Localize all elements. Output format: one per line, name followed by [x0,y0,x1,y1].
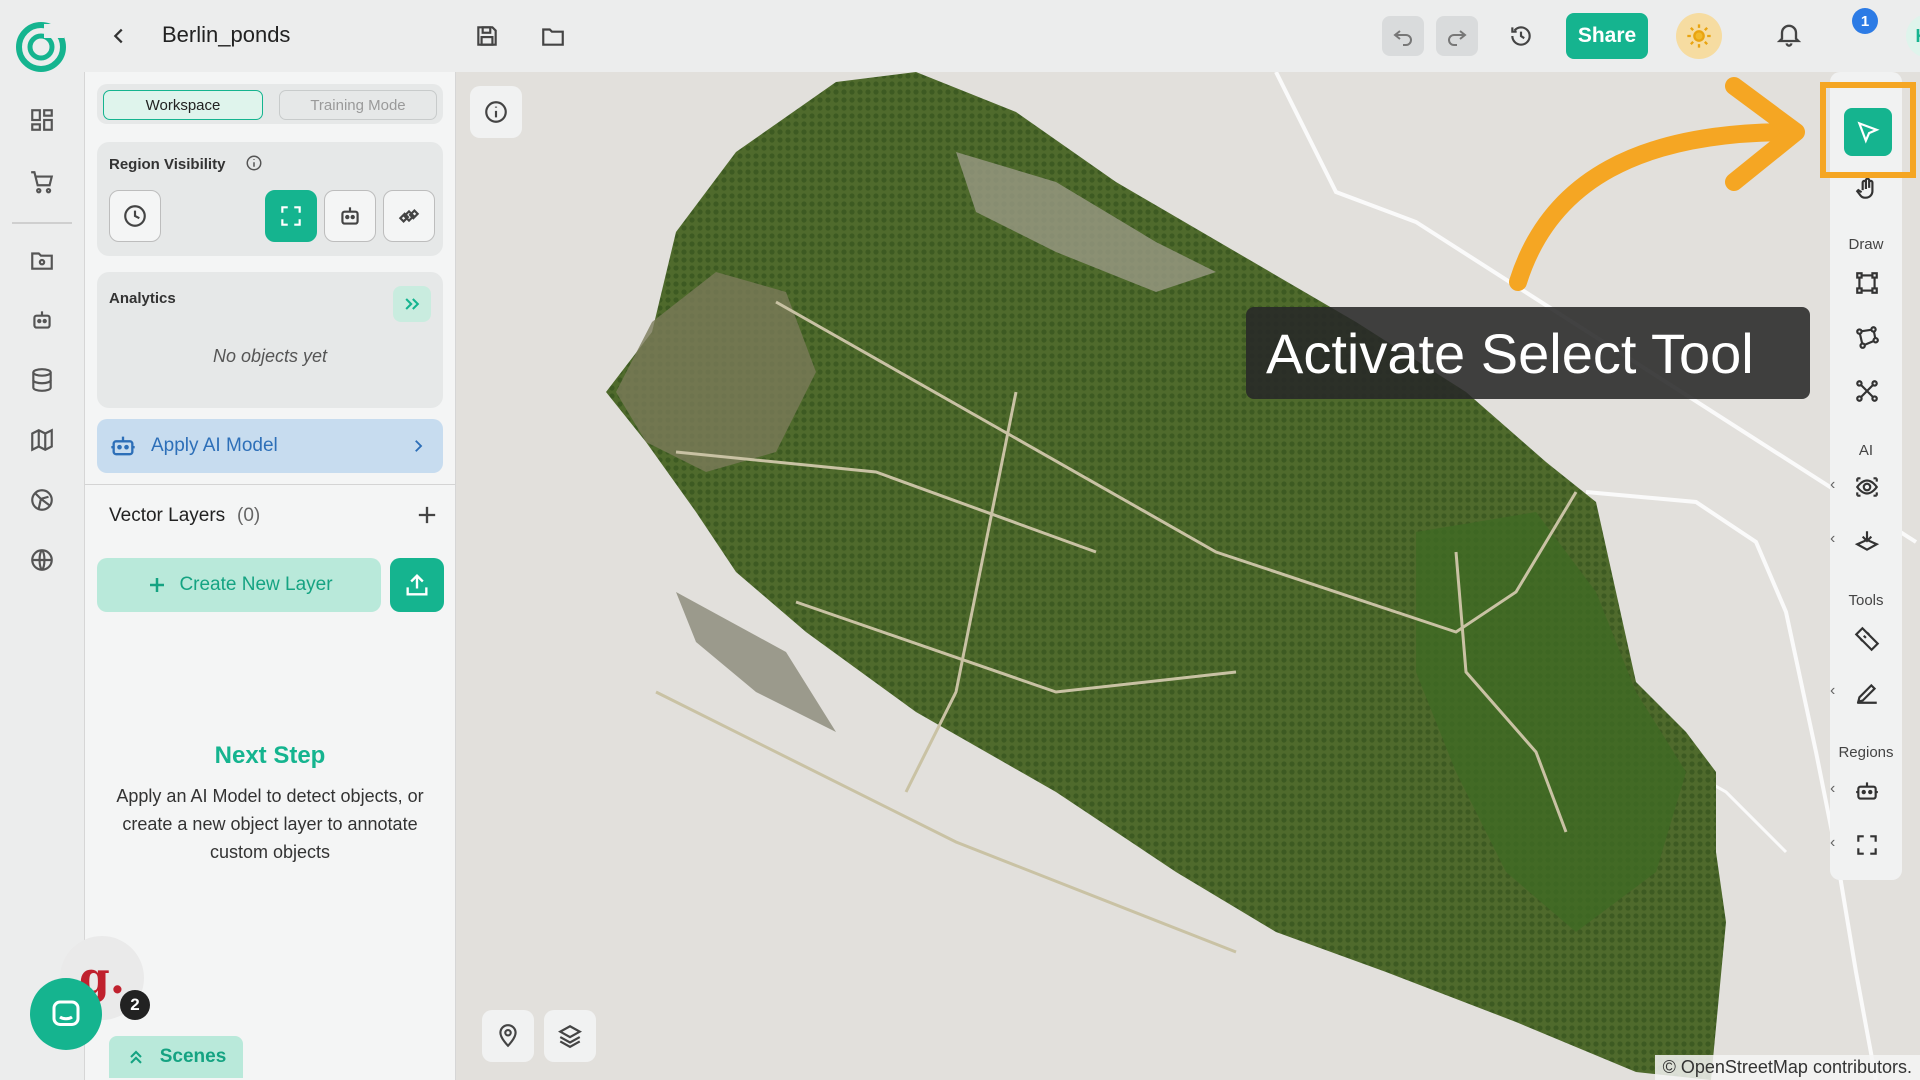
chevron-left-icon[interactable]: ‹ [1830,834,1835,852]
share-button[interactable]: Share [1566,13,1648,59]
robot-icon[interactable] [22,300,62,340]
vector-layers-label: Vector Layers [109,505,226,526]
expand-analytics-icon[interactable] [393,286,431,322]
plus-icon [145,573,169,597]
region-visibility-card: Region Visibility [97,142,443,256]
history-icon[interactable] [1500,16,1542,56]
globe-grid-icon[interactable] [22,480,62,520]
pen-icon[interactable] [1846,672,1888,714]
location-pin-icon[interactable] [482,1010,534,1062]
avatar[interactable]: KG [1906,14,1920,58]
map-icon[interactable] [22,420,62,460]
project-folder-icon[interactable] [22,240,62,280]
vector-layers-count: (0) [237,505,261,526]
ruler-icon[interactable] [1846,618,1888,660]
chat-launcher-button[interactable] [30,978,102,1050]
save-icon[interactable] [466,16,508,56]
draw-polygon-icon[interactable] [1846,316,1888,358]
ai-detect-icon[interactable] [1846,466,1888,508]
map-attribution: © OpenStreetMap contributors. [1654,1055,1920,1080]
redo-icon[interactable] [1436,16,1478,56]
section-tools-label: Tools [1848,592,1884,609]
folder-icon[interactable] [532,16,574,56]
bbox-visibility-button[interactable] [265,190,317,242]
back-chevron-icon[interactable] [98,16,140,56]
theme-sun-icon[interactable] [1676,13,1722,59]
chevron-right-icon [409,437,427,455]
chat-unread-badge: 2 [120,990,150,1020]
analytics-label: Analytics [109,290,176,307]
section-ai-label: AI [1858,442,1874,459]
region-robot-icon[interactable] [1846,770,1888,812]
satellite-visibility-button[interactable] [383,190,435,242]
robot-visibility-button[interactable] [324,190,376,242]
chevron-double-up-icon [126,1047,146,1067]
analytics-empty-text: No objects yet [212,346,328,366]
tab-training-mode[interactable]: Training Mode [279,90,437,120]
chevron-left-icon[interactable]: ‹ [1830,780,1835,798]
map-info-icon[interactable] [470,86,522,138]
chevron-left-icon[interactable]: ‹ [1830,682,1835,700]
robot-icon [109,432,137,460]
select-cursor-icon[interactable] [1844,108,1892,156]
region-frame-icon[interactable] [1846,824,1888,866]
notification-bell-icon[interactable] [1768,14,1810,54]
chevron-left-icon[interactable]: ‹ [1830,530,1835,548]
create-new-layer-label: Create New Layer [179,574,333,595]
scenes-label: Scenes [159,1046,227,1067]
undo-icon[interactable] [1382,16,1424,56]
next-step-title: Next Step [214,742,326,769]
section-draw-label: Draw [1848,236,1884,253]
notification-badge: 1 [1852,8,1878,34]
vector-layers-section: Vector Layers (0) [85,484,455,526]
app-logo[interactable] [16,22,66,72]
mode-tabs: Workspace Training Mode [97,84,443,124]
next-step-hint: Next Step Apply an AI Model to detect ob… [95,742,445,866]
project-title: Berlin_ponds [162,22,291,47]
section-regions-label: Regions [1838,744,1894,761]
apply-ai-model-label: Apply AI Model [151,435,278,456]
globe-icon[interactable] [22,540,62,580]
top-bar: Berlin_ponds Share 1 KG [84,0,1920,72]
chevron-left-icon[interactable]: ‹ [1830,476,1835,494]
draw-skeleton-icon[interactable] [1846,370,1888,412]
upload-layer-button[interactable] [390,558,444,612]
add-layer-plus-icon[interactable] [413,501,441,529]
create-new-layer-button[interactable]: Create New Layer [97,558,381,612]
cart-icon[interactable] [22,162,62,202]
ai-segment-icon[interactable] [1846,520,1888,562]
next-step-text: Apply an AI Model to detect objects, or … [116,786,424,862]
tab-workspace[interactable]: Workspace [103,90,263,120]
database-icon[interactable] [22,360,62,400]
analytics-card: Analytics No objects yet [97,272,443,408]
draw-rectangle-icon[interactable] [1846,262,1888,304]
scenes-button[interactable]: Scenes [109,1036,243,1078]
apply-ai-model-button[interactable]: Apply AI Model [97,419,443,473]
rail-divider [12,222,72,224]
dashboard-icon[interactable] [22,100,62,140]
left-nav-rail [0,0,84,1080]
guide-arrow-icon [1509,77,1805,291]
info-icon[interactable] [245,154,263,172]
clock-visibility-button[interactable] [109,190,161,242]
layers-icon[interactable] [544,1010,596,1062]
region-visibility-label: Region Visibility [109,156,226,173]
tooltip-activate-select-tool: Activate Select Tool [1246,307,1810,399]
workspace-panel: Workspace Training Mode Region Visibilit… [84,72,456,1080]
right-toolbar: Draw AI ‹ ‹ Tools ‹ Regions ‹ ‹ [1830,72,1902,880]
